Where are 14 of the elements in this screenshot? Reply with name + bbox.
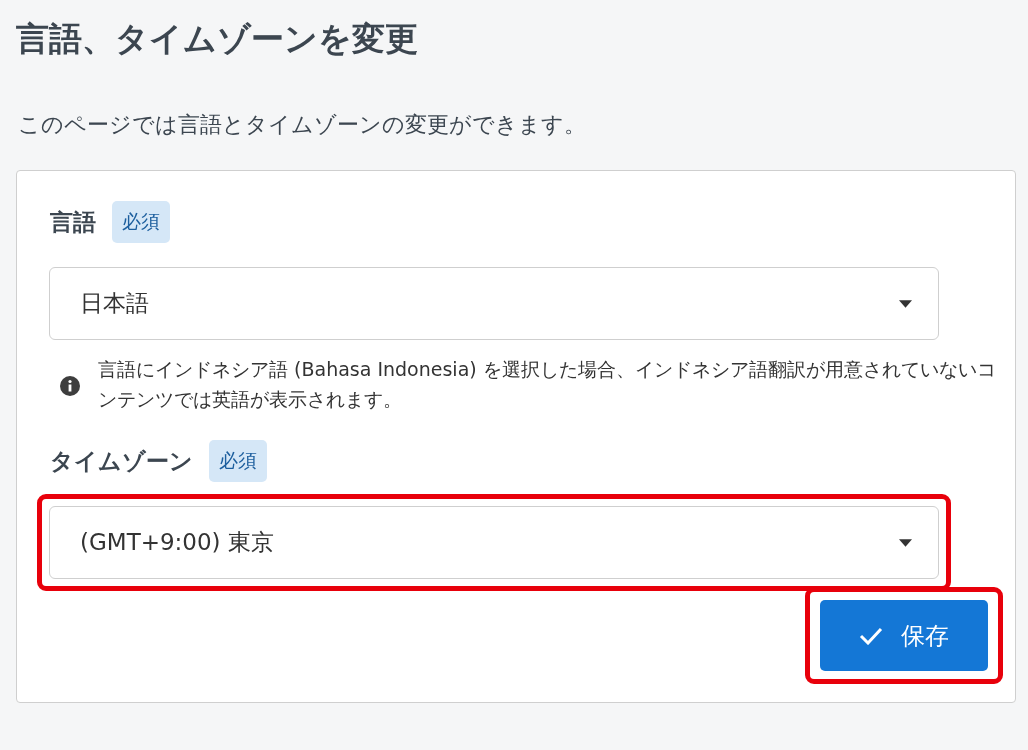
- dropdown-select[interactable]: 日本語: [49, 267, 939, 340]
- field-label: タイムゾーン: [50, 446, 193, 476]
- page-title: 言語、タイムゾーンを変更: [16, 18, 419, 60]
- caret-icon: [899, 538, 912, 547]
- save-button[interactable]: 保存: [820, 600, 988, 671]
- page-description: このページでは言語とタイムゾーンの変更ができます。: [18, 111, 587, 139]
- info-icon: [60, 376, 80, 396]
- dropdown-select[interactable]: (GMT+9:00) 東京: [49, 506, 939, 579]
- required-badge: 必須: [112, 201, 170, 243]
- info-note: 言語にインドネシア語 (Bahasa Indonesia) を選択した場合、インドネシア語翻訳が用意されていないコンテンツでは英語が表示されます。: [98, 357, 997, 412]
- required-badge: 必須: [209, 440, 267, 482]
- field-label: 言語: [50, 207, 96, 237]
- caret-icon: [899, 299, 912, 308]
- check-icon: [859, 626, 883, 645]
